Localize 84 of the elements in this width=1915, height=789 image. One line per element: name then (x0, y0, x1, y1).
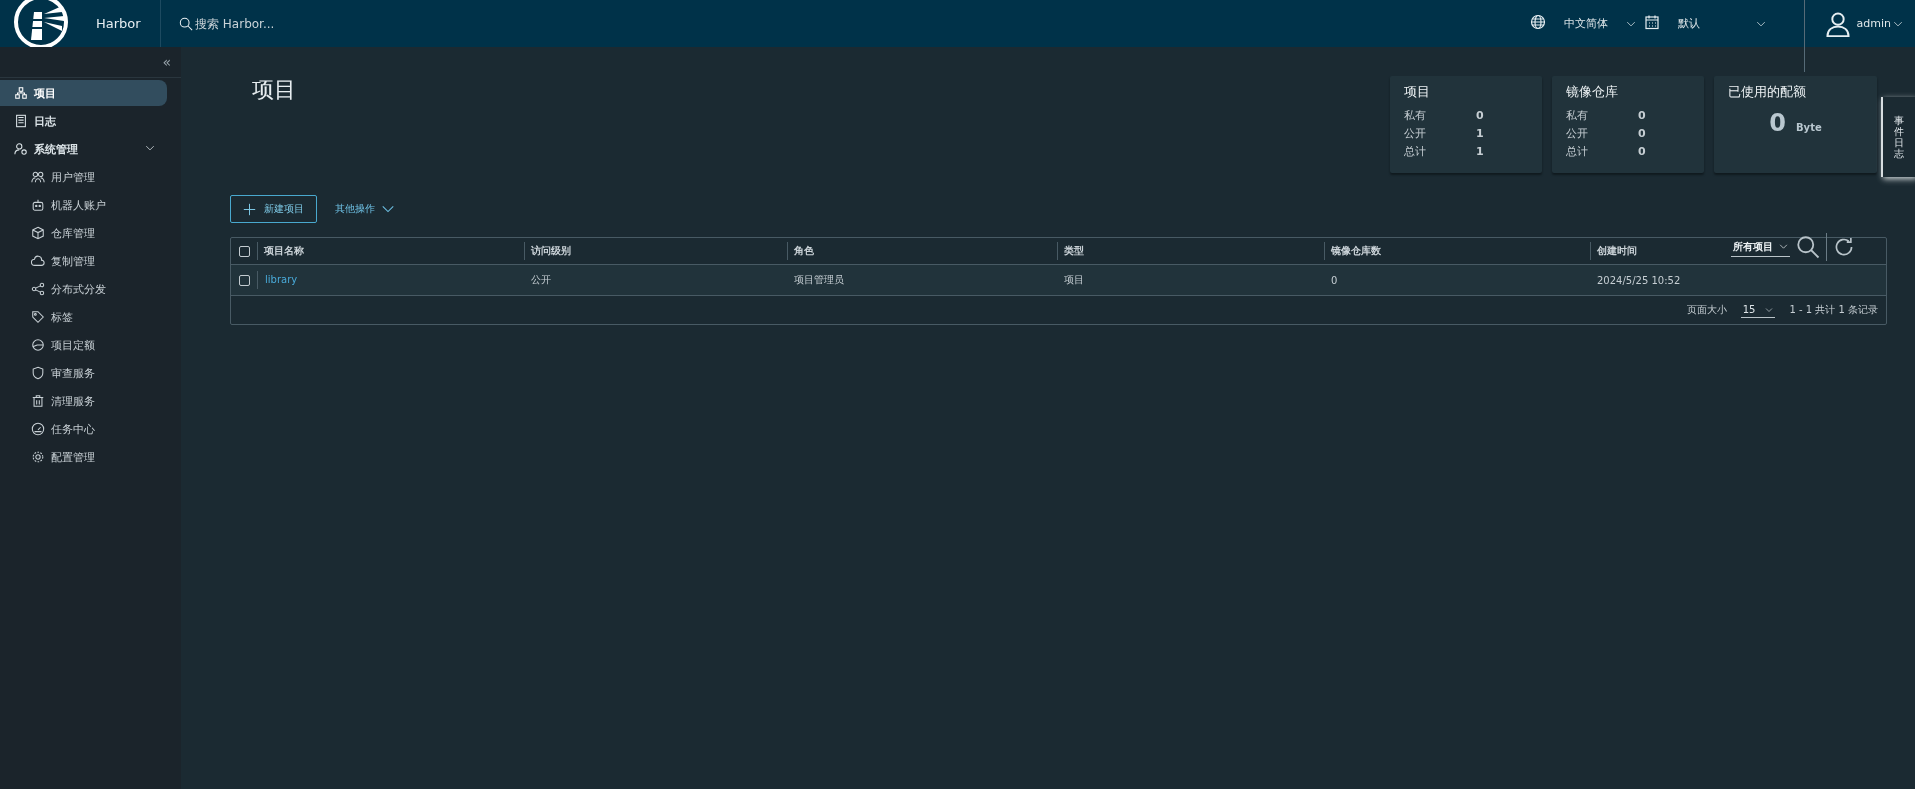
search-field[interactable]: 搜索 Harbor... (195, 16, 395, 31)
column-header[interactable]: 镜像仓库数 (1324, 242, 1590, 260)
trash-icon (31, 394, 45, 408)
nav-item[interactable]: 复制管理 (0, 248, 167, 274)
nav-item[interactable]: 项目 (0, 80, 167, 106)
stat-label: 总计 (1404, 144, 1427, 160)
stat-value: 0 (1638, 126, 1646, 142)
document-icon (14, 114, 28, 128)
stat-value: 1 (1476, 144, 1484, 160)
column-header[interactable]: 角色 (787, 242, 1057, 260)
settings-icon (31, 450, 45, 464)
search-button[interactable] (1796, 235, 1820, 259)
calendar-icon (1643, 14, 1660, 30)
nav-item[interactable]: 日志 (0, 108, 167, 134)
chevron-down-icon (1765, 305, 1774, 314)
cube-icon (31, 226, 45, 240)
stat-value: 0 (1638, 144, 1646, 160)
pagination-summary: 1 - 1 共计 1 条记录 (1789, 303, 1878, 317)
page-size-label: 页面大小 (1686, 303, 1727, 317)
product-name: Harbor (96, 16, 142, 31)
stat-label: 私有 (1404, 108, 1427, 124)
share-icon (31, 282, 45, 296)
nav-item[interactable]: 审查服务 (0, 360, 167, 386)
card-title: 镜像仓库 (1566, 83, 1619, 101)
hierarchy-icon (14, 86, 28, 100)
table-cell-text: 项目管理员 (793, 273, 845, 287)
collapse-button[interactable]: « (162, 54, 171, 70)
tag-icon (31, 310, 45, 324)
refresh-button[interactable] (1833, 236, 1855, 258)
cloud-icon (31, 254, 45, 268)
table-cell-text: 公开 (530, 273, 552, 287)
card-title: 项目 (1404, 83, 1431, 101)
users-icon (31, 170, 45, 184)
column-header[interactable]: 访问级别 (524, 242, 787, 260)
globe-icon (1529, 14, 1546, 30)
nav-item[interactable]: 配置管理 (0, 444, 167, 470)
page-title: 项目 (252, 76, 297, 104)
user-gear-icon (14, 142, 28, 156)
new-project-button[interactable]: 新建项目 (230, 195, 317, 223)
quota-unit: Byte (1796, 122, 1822, 133)
other-actions-dropdown[interactable]: 其他操作 (335, 202, 395, 216)
nav-item[interactable]: 任务中心 (0, 416, 167, 442)
search-icon (1796, 235, 1820, 259)
chevron-down-icon (1779, 242, 1788, 251)
datetime-format-dropdown[interactable]: 默认 (1677, 16, 1766, 31)
stat-value: 0 (1638, 108, 1646, 124)
select-all-checkbox[interactable] (239, 245, 250, 257)
stat-value: 1 (1476, 126, 1484, 142)
shield-icon (31, 366, 45, 380)
nav-item[interactable]: 标签 (0, 304, 167, 330)
user-menu[interactable]: admin (1856, 17, 1903, 30)
project-filter-dropdown[interactable]: 所有项目 (1731, 237, 1790, 257)
refresh-icon (1833, 236, 1855, 258)
column-header[interactable]: 类型 (1057, 242, 1324, 260)
stat-label: 总计 (1566, 144, 1589, 160)
nav-item[interactable]: 项目定额 (0, 332, 167, 358)
robot-icon (31, 198, 45, 212)
column-header[interactable]: 项目名称 (257, 242, 524, 260)
stat-label: 私有 (1566, 108, 1589, 124)
project-link[interactable]: library (258, 274, 298, 285)
nav-item[interactable]: 清理服务 (0, 388, 167, 414)
user-icon (1824, 10, 1851, 37)
card-title: 已使用的配额 (1728, 83, 1807, 101)
plus-icon (243, 202, 256, 216)
nav-item[interactable]: 用户管理 (0, 164, 167, 190)
nav-item[interactable]: 系统管理 (0, 136, 167, 162)
nav-item[interactable]: 分布式分发 (0, 276, 167, 302)
nav-item[interactable]: 机器人账户 (0, 192, 167, 218)
search-icon (179, 16, 193, 31)
lighthouse-logo[interactable] (12, 0, 70, 47)
nav-item[interactable]: 仓库管理 (0, 220, 167, 246)
gauge-icon (31, 338, 45, 352)
row-checkbox[interactable] (239, 274, 250, 286)
event-log-tab[interactable]: 事件日志 (1881, 97, 1915, 177)
page-size-dropdown[interactable]: 15 (1740, 302, 1776, 318)
table-cell-text: 0 (1330, 274, 1339, 286)
table-cell-text: 2024/5/25 10:52 (1596, 274, 1682, 286)
stat-label: 公开 (1404, 126, 1427, 142)
dashboard-icon (31, 422, 45, 436)
stat-value: 0 (1476, 108, 1484, 124)
language-dropdown[interactable]: 中文简体 (1563, 16, 1636, 31)
quota-value: 0 (1769, 109, 1786, 137)
stat-label: 公开 (1566, 126, 1589, 142)
table-cell-text: 项目 (1063, 273, 1085, 287)
